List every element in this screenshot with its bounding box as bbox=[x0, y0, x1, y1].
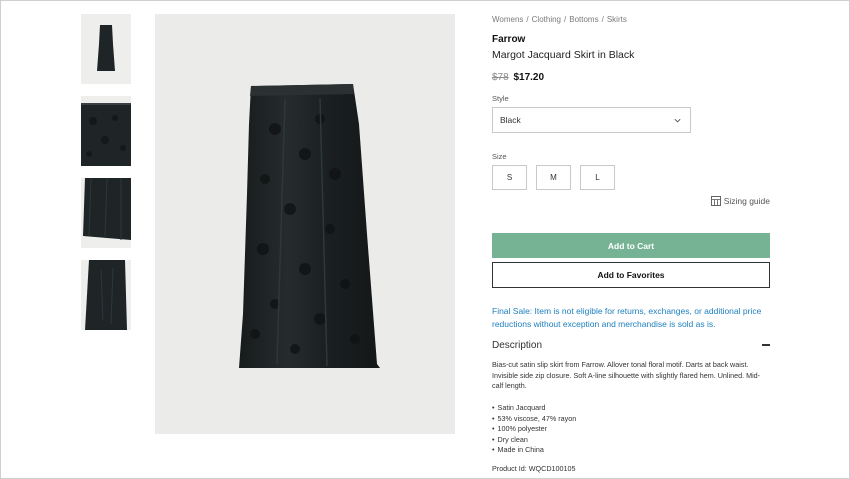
breadcrumb-womens[interactable]: Womens bbox=[492, 14, 523, 25]
description-bullets: Satin Jacquard 53% viscose, 47% rayon 10… bbox=[492, 403, 577, 456]
list-item: Dry clean bbox=[492, 435, 576, 446]
sizing-guide-label: Sizing guide bbox=[723, 196, 770, 206]
original-price: $78 bbox=[492, 72, 509, 83]
breadcrumb: Womens / Clothing / Bottoms / Skirts bbox=[492, 14, 627, 25]
main-product-image[interactable] bbox=[155, 14, 455, 434]
style-label: Style bbox=[492, 94, 509, 103]
list-item: Made in China bbox=[492, 445, 576, 456]
size-l-button[interactable]: L bbox=[580, 165, 615, 190]
breadcrumb-bottoms[interactable]: Bottoms bbox=[569, 14, 598, 25]
collapse-minus-icon[interactable] bbox=[762, 344, 770, 346]
final-sale-notice: Final Sale: Item is not eligible for ret… bbox=[492, 306, 762, 329]
brand-name[interactable]: Farrow bbox=[492, 34, 770, 46]
add-to-cart-button[interactable]: Add to Cart bbox=[492, 233, 770, 258]
description-accordion[interactable]: Description bbox=[492, 338, 770, 352]
ruler-icon bbox=[710, 196, 721, 206]
sale-price: $17.20 bbox=[513, 72, 545, 83]
price: $78 $17.20 bbox=[492, 71, 770, 84]
thumbnail-3[interactable] bbox=[81, 178, 131, 248]
breadcrumb-clothing[interactable]: Clothing bbox=[532, 14, 561, 25]
breadcrumb-skirts[interactable]: Skirts bbox=[607, 14, 627, 25]
product-info: Womens / Clothing / Bottoms / Skirts Farrow… bbox=[492, 14, 770, 473]
thumbnail-skirt-waist-image bbox=[81, 103, 131, 166]
sizing-guide-link[interactable]: Sizing guide bbox=[710, 196, 770, 206]
size-s-button[interactable]: S bbox=[492, 165, 527, 190]
thumbnail-1[interactable] bbox=[81, 14, 131, 84]
thumbnail-skirt-full-image bbox=[97, 25, 115, 71]
style-select[interactable]: Black bbox=[492, 107, 691, 133]
skirt-image bbox=[239, 84, 380, 368]
product-id: Product Id: WQCD100105 bbox=[492, 464, 576, 473]
description-text: Bias-cut satin slip skirt from Farrow. A… bbox=[492, 360, 761, 390]
add-to-favorites-button[interactable]: Add to Favorites bbox=[492, 262, 770, 288]
thumbnail-2[interactable] bbox=[81, 96, 131, 166]
size-m-button[interactable]: M bbox=[536, 165, 571, 190]
list-item: Satin Jacquard bbox=[492, 403, 576, 414]
thumbnail-4[interactable] bbox=[81, 260, 131, 330]
product-title: Margot Jacquard Skirt in Black bbox=[492, 49, 635, 61]
thumbnail-skirt-hem-image bbox=[83, 178, 131, 240]
size-options: S M L bbox=[492, 165, 615, 190]
list-item: 100% polyester bbox=[492, 424, 576, 435]
description-heading: Description bbox=[492, 339, 543, 351]
size-label: Size bbox=[492, 152, 507, 161]
style-selected-value: Black bbox=[500, 115, 521, 125]
chevron-down-icon bbox=[674, 118, 681, 123]
thumbnail-skirt-back-image bbox=[85, 260, 127, 330]
list-item: 53% viscose, 47% rayon bbox=[492, 414, 577, 425]
